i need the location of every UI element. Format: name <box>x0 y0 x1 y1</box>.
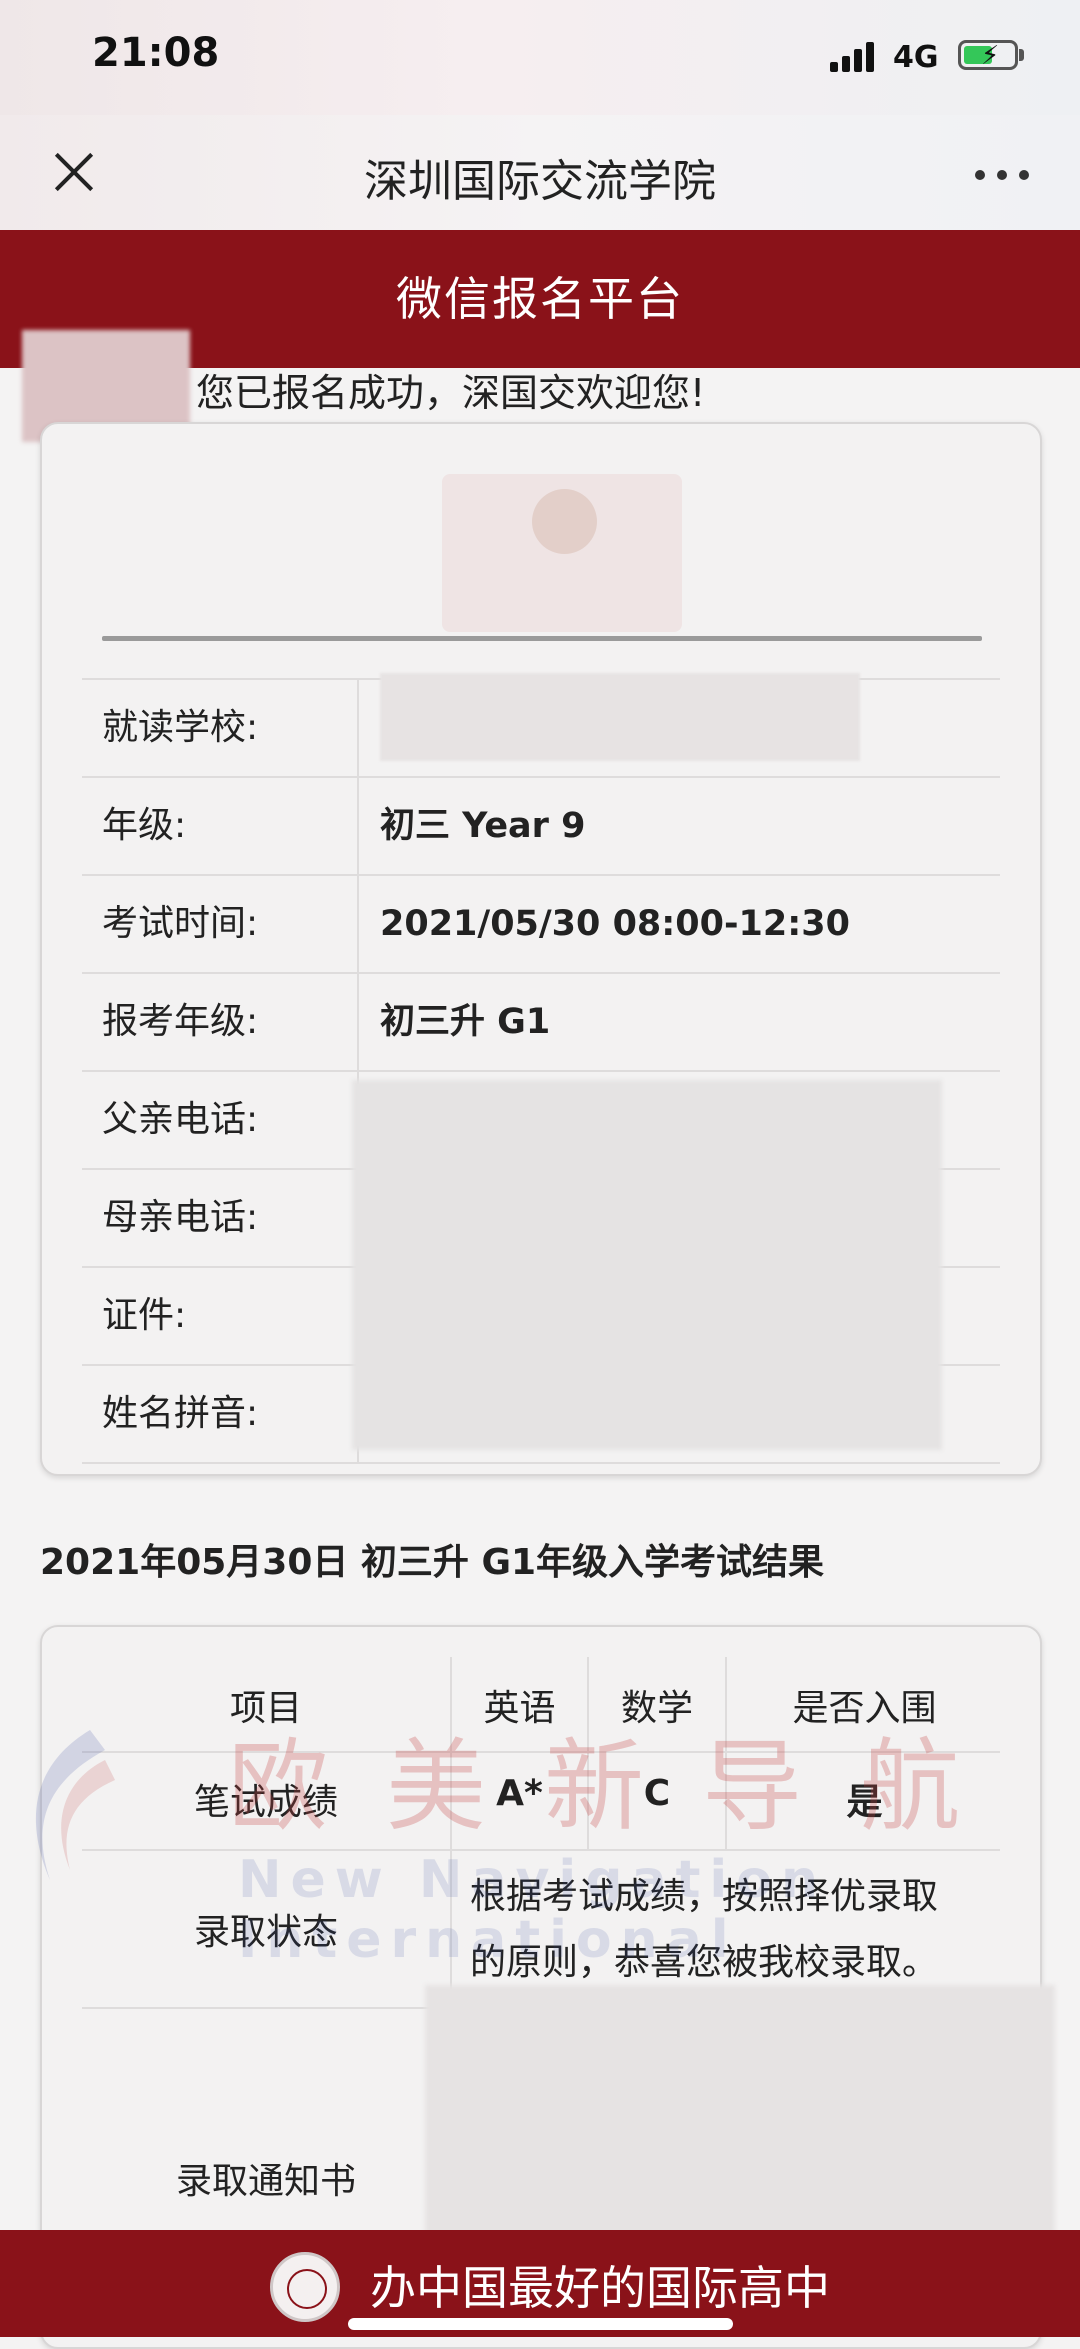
watermark: 欧美新导航 <box>228 1728 1018 1845</box>
charging-bolt-icon: ⚡ <box>981 41 1000 71</box>
info-row-grade: 年级: 初三 Year 9 <box>82 776 1000 874</box>
school-emblem-icon <box>270 2252 340 2322</box>
home-indicator[interactable] <box>348 2318 733 2330</box>
page-title: 深圳国际交流学院 <box>364 156 716 207</box>
redacted-contact-info <box>352 1080 942 1450</box>
admission-notice-label: 录取通知书 <box>175 2161 356 2202</box>
signal-icon <box>830 40 880 72</box>
battery-icon: ⚡ <box>958 40 1018 71</box>
watermark-logo-icon <box>35 1730 115 1880</box>
info-row-exam-time: 考试时间: 2021/05/30 08:00-12:30 <box>82 874 1000 972</box>
redacted-school <box>380 673 860 761</box>
status-bar: 21:08 4G ⚡ <box>0 0 1080 115</box>
welcome-message: 您已报名成功，深国交欢迎您! <box>196 371 706 415</box>
info-row-applied-grade: 报考年级: 初三升 G1 <box>82 972 1000 1070</box>
network-label: 4G <box>893 40 939 75</box>
watermark-en: New Navigation International <box>238 1850 827 1970</box>
divider <box>102 636 982 641</box>
status-time: 21:08 <box>92 30 220 76</box>
footer-slogan: 办中国最好的国际高中 <box>370 2261 830 2315</box>
result-heading: 2021年05月30日 初三升 G1年级入学考试结果 <box>40 1542 825 1583</box>
avatar <box>442 474 682 632</box>
more-icon[interactable] <box>975 165 1035 185</box>
nav-bar: 深圳国际交流学院 <box>0 115 1080 230</box>
